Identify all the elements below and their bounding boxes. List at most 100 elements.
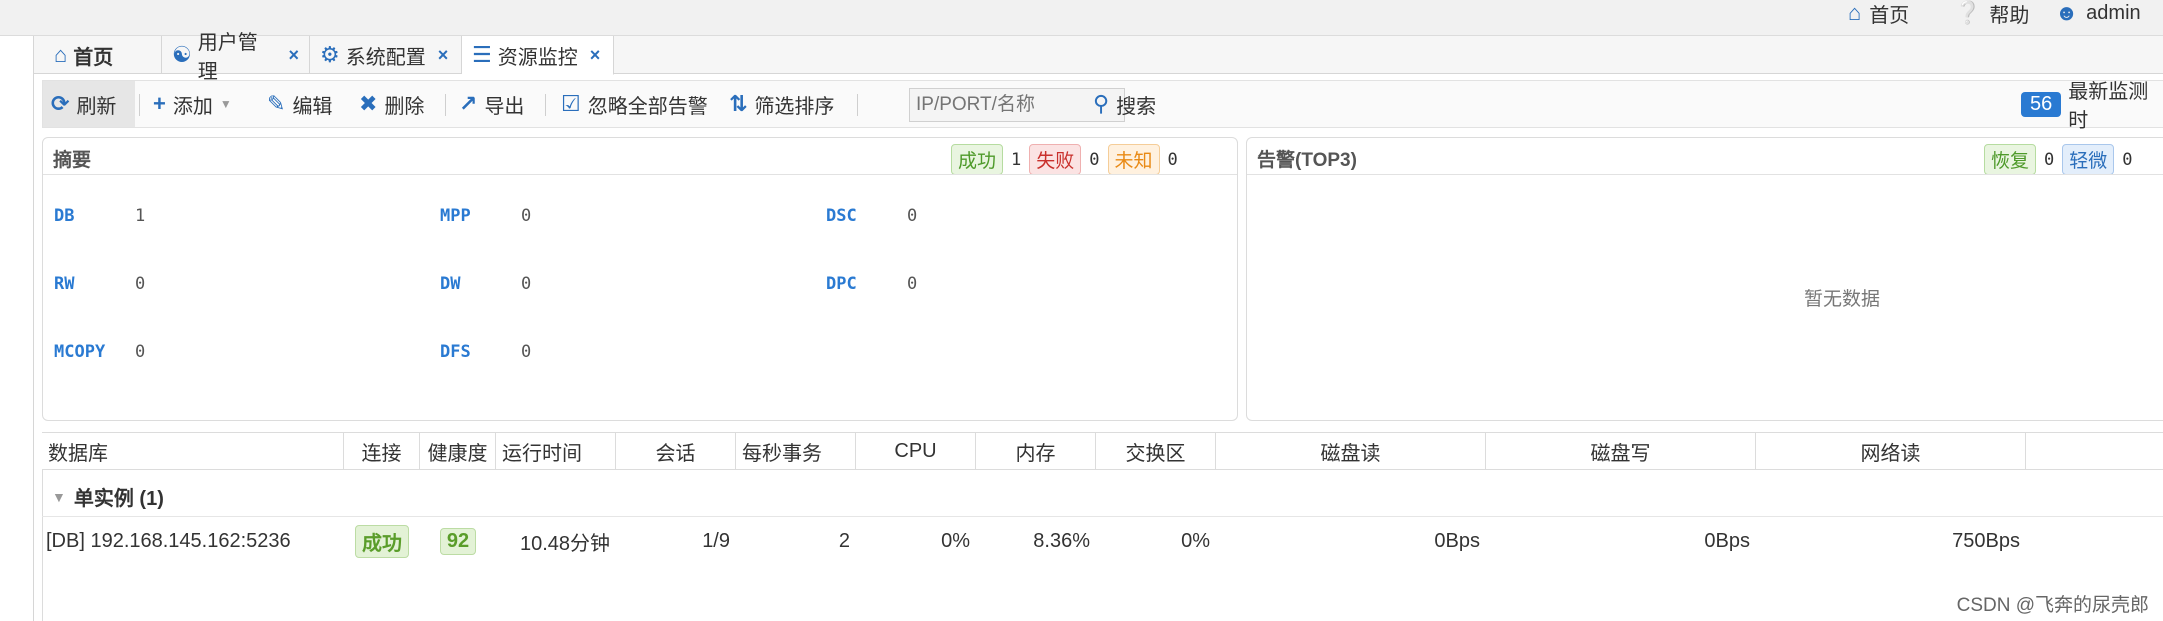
column-header[interactable]: 磁盘写 <box>1486 433 1756 470</box>
metric-key-dsc: DSC <box>826 206 857 226</box>
status-badge: 成功 <box>355 524 409 558</box>
status-badge-unknown: 未知 <box>1107 144 1160 175</box>
column-header[interactable]: 会话 <box>616 433 736 470</box>
metric-key-dfs: DFS <box>440 342 471 362</box>
column-header[interactable]: 网络读 <box>1756 433 2026 470</box>
filter-sort-button[interactable]: ⇅ 筛选排序 <box>729 81 834 127</box>
toolbar-divider <box>139 94 140 116</box>
cell-disk-read: 0Bps <box>1434 529 1480 552</box>
panel-divider <box>43 174 1237 175</box>
tab-home[interactable]: ⌂ 首页 <box>44 36 162 74</box>
metric-key-rw: RW <box>54 274 75 294</box>
column-header[interactable]: 磁盘读 <box>1216 433 1486 470</box>
delete-label: 删除 <box>384 95 425 118</box>
edit-button[interactable]: ✎ 编辑 <box>267 81 332 127</box>
header-user-label: admin <box>2086 1 2141 24</box>
column-header[interactable]: 每秒事务 <box>736 433 856 470</box>
header-help-label: 帮助 <box>1989 4 2030 27</box>
alerts-title: 告警(TOP3) <box>1257 150 1357 171</box>
pencil-icon: ✎ <box>267 91 286 116</box>
close-icon[interactable]: × <box>590 45 601 66</box>
table-left-border <box>42 470 43 621</box>
cell-net-read: 750Bps <box>1952 529 2020 552</box>
header-help-link[interactable]: ❔ 帮助 <box>1954 0 2030 27</box>
chevron-down-icon[interactable]: ▼ <box>220 97 232 111</box>
close-icon[interactable]: × <box>438 45 449 66</box>
cell-health: 92 <box>420 526 496 556</box>
cell-db: [DB] 192.168.145.162:5236 <box>46 529 291 552</box>
ignore-all-alerts-button[interactable]: ☑ 忽略全部告警 <box>561 81 708 127</box>
cell-connection: 成功 <box>344 524 420 558</box>
tab-system-config[interactable]: ⚙ 系统配置 × <box>310 36 462 74</box>
add-button[interactable]: + 添加 ▼ <box>153 81 232 127</box>
tab-label: 首页 <box>73 46 114 69</box>
checklist-icon: ☑ <box>561 91 581 116</box>
unknown-count: 0 <box>1167 149 1178 170</box>
latest-monitor-indicator: 56 最新监测时 <box>2021 81 2163 132</box>
alerts-status-counts: 恢复 0 轻微 0 <box>1984 144 2133 175</box>
refresh-button[interactable]: ⟳ 刷新 <box>43 81 135 127</box>
metric-value-mcopy: 0 <box>135 342 146 362</box>
caret-down-icon[interactable]: ▼ <box>52 489 66 505</box>
export-button[interactable]: ↗ 导出 <box>459 81 524 127</box>
column-header[interactable]: 健康度 <box>420 433 496 470</box>
success-count: 1 <box>1011 149 1022 170</box>
search-button[interactable]: ⚲ 搜索 <box>1093 81 1156 127</box>
header-home-link[interactable]: ⌂ 首页 <box>1848 0 1910 27</box>
header-user-menu[interactable]: ☻ admin <box>2055 0 2141 26</box>
metric-key-dpc: DPC <box>826 274 857 294</box>
group-divider <box>42 516 2163 517</box>
plus-icon: + <box>153 91 166 116</box>
search-label: 搜索 <box>1116 95 1157 118</box>
close-icon[interactable]: × <box>288 45 299 66</box>
add-label: 添加 <box>172 95 213 118</box>
export-icon: ↗ <box>459 91 478 116</box>
metric-value-rw: 0 <box>135 274 146 294</box>
metric-value-db: 1 <box>135 206 146 226</box>
cell-tps: 2 <box>838 529 850 552</box>
tab-user-management[interactable]: ☯ 用户管理 × <box>162 32 310 83</box>
toolbar-divider <box>857 94 858 116</box>
user-icon: ☻ <box>2055 0 2079 25</box>
gear-icon: ⚙ <box>320 42 340 67</box>
tab-resource-monitor[interactable]: ☰ 资源监控 × <box>462 36 614 75</box>
fail-count: 0 <box>1089 149 1100 170</box>
cell-memory: 8.36% <box>1033 529 1090 552</box>
column-header[interactable]: 内存 <box>976 433 1096 470</box>
delete-button[interactable]: ✖ 删除 <box>359 81 424 127</box>
group-label: 单实例 (1) <box>73 488 164 510</box>
metric-value-dfs: 0 <box>521 342 532 362</box>
metric-key-db: DB <box>54 206 75 226</box>
group-row-single-instance[interactable]: ▼ 单实例 (1) <box>52 482 164 511</box>
column-header[interactable]: 交换区 <box>1096 433 1216 470</box>
column-header[interactable]: 数据库 <box>42 433 344 470</box>
close-icon: ✖ <box>359 91 378 116</box>
column-header[interactable]: 运行时间 <box>496 433 616 470</box>
server-icon: ☰ <box>472 42 492 67</box>
summary-status-counts: 成功 1 失败 0 未知 0 <box>951 144 1178 175</box>
column-header[interactable]: 连接 <box>344 433 420 470</box>
metric-key-mcopy: MCOPY <box>54 342 106 362</box>
header-home-label: 首页 <box>1869 4 1910 27</box>
table-header: 数据库 连接 健康度 运行时间 会话 每秒事务 CPU 内存 交换区 磁盘读 磁… <box>42 432 2163 470</box>
toolbar-divider <box>445 94 446 116</box>
home-icon: ⌂ <box>1848 0 1862 25</box>
column-header[interactable]: CPU <box>856 433 976 470</box>
latest-label: 最新监测时 <box>2068 81 2149 132</box>
tab-bar: ⌂ 首页 ☯ 用户管理 × ⚙ 系统配置 × ☰ 资源监控 × <box>34 32 2163 83</box>
help-icon: ❔ <box>1954 0 1982 25</box>
filter-sort-label: 筛选排序 <box>754 95 835 118</box>
metric-value-mpp: 0 <box>521 206 532 226</box>
cell-swap: 0% <box>1181 529 1210 552</box>
left-divider <box>33 36 34 621</box>
metric-value-dsc: 0 <box>907 206 918 226</box>
summary-panel: 摘要 成功 1 失败 0 未知 0 DB 1 MPP 0 DSC 0 RW 0 … <box>42 137 1238 421</box>
top-header: ⌂ 首页 ❔ 帮助 ☻ admin <box>0 0 2163 36</box>
cell-disk-write: 0Bps <box>1704 529 1750 552</box>
tab-label: 用户管理 <box>197 32 258 83</box>
ignore-all-label: 忽略全部告警 <box>587 95 708 118</box>
health-badge: 92 <box>439 527 477 555</box>
refresh-label: 刷新 <box>76 95 117 118</box>
sort-icon: ⇅ <box>729 91 748 116</box>
search-icon: ⚲ <box>1093 91 1110 116</box>
